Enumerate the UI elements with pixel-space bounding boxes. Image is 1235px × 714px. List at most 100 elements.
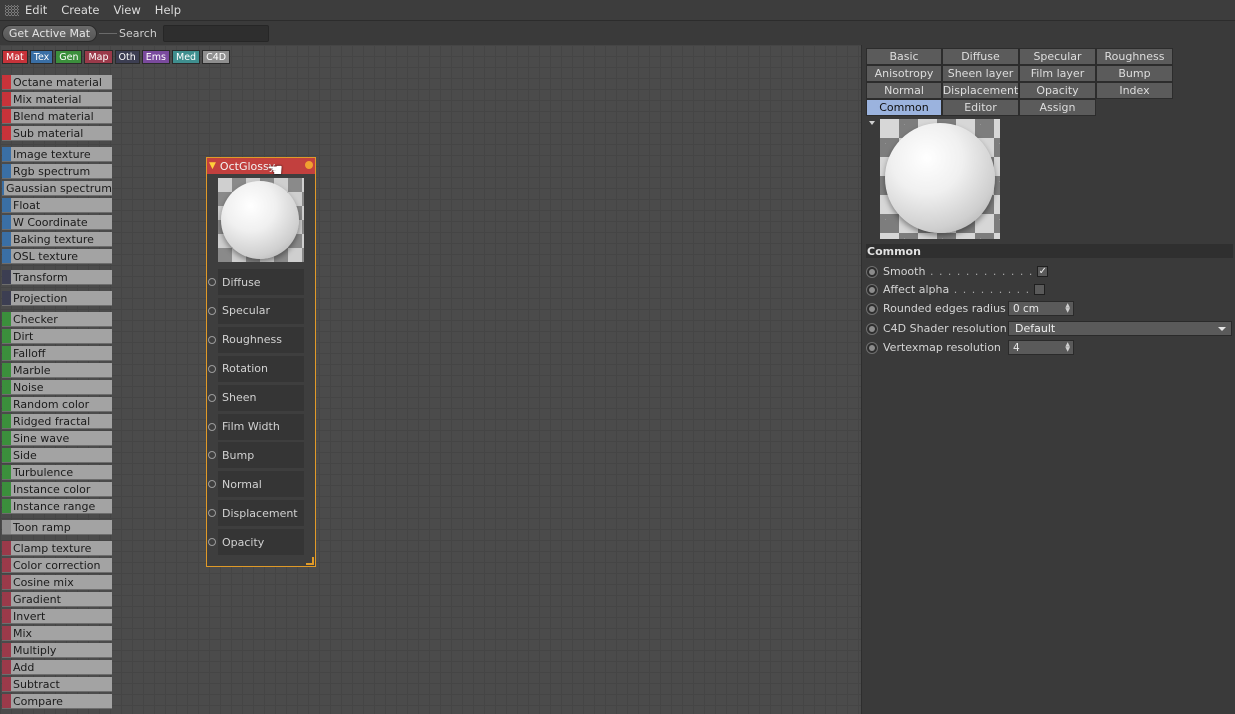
node-list-item[interactable]: Float [2, 198, 112, 213]
node-list-item[interactable]: Subtract [2, 677, 112, 692]
tab-opacity[interactable]: Opacity [1019, 82, 1096, 99]
resize-grip-icon[interactable] [306, 557, 314, 565]
node-list-item[interactable]: Image texture [2, 147, 112, 162]
c4d-shader-dropdown[interactable]: Default [1008, 321, 1232, 336]
material-preview[interactable] [880, 119, 1000, 239]
node-list-item[interactable]: Octane material [2, 75, 112, 90]
node-list-item[interactable]: Ridged fractal [2, 414, 112, 429]
node-list-item[interactable]: Side [2, 448, 112, 463]
node-list-item[interactable]: Gaussian spectrum [2, 181, 112, 196]
node-list-item[interactable]: Toon ramp [2, 520, 112, 535]
node-list-item[interactable]: Projection [2, 291, 112, 306]
node-list-item[interactable]: Checker [2, 312, 112, 327]
animation-radio-icon[interactable] [866, 322, 878, 335]
tab-editor[interactable]: Editor [942, 99, 1019, 116]
node-list-item[interactable]: Rgb spectrum [2, 164, 112, 179]
smooth-checkbox[interactable]: ✓ [1037, 266, 1049, 277]
node-list-item[interactable]: Compare [2, 694, 112, 709]
get-active-mat-button[interactable]: Get Active Mat [2, 24, 97, 42]
graph-node-port[interactable]: Specular [207, 297, 315, 325]
port-connector-icon[interactable] [208, 393, 216, 402]
category-tab-ems[interactable]: Ems [141, 50, 170, 64]
node-list-item[interactable]: Falloff [2, 346, 112, 361]
menu-help[interactable]: Help [155, 3, 181, 17]
node-list-item[interactable]: Noise [2, 380, 112, 395]
affect-alpha-checkbox[interactable] [1034, 284, 1046, 295]
tab-diffuse[interactable]: Diffuse [942, 48, 1019, 65]
graph-node-port[interactable]: Normal [207, 470, 315, 498]
category-tab-mat[interactable]: Mat [2, 50, 28, 64]
category-tab-oth[interactable]: Oth [114, 50, 140, 64]
node-list-item[interactable]: Dirt [2, 329, 112, 344]
node-list-item[interactable]: Turbulence [2, 465, 112, 480]
animation-radio-icon[interactable] [866, 302, 878, 315]
node-list-item[interactable]: Instance range [2, 499, 112, 514]
node-list-item[interactable]: Gradient [2, 592, 112, 607]
node-list-item[interactable]: Baking texture [2, 232, 112, 247]
tab-common[interactable]: Common [866, 99, 942, 116]
graph-node-port[interactable]: Displacement [207, 499, 315, 527]
vertexmap-field[interactable]: 4 ▲ ▼ [1008, 340, 1074, 355]
port-connector-icon[interactable] [208, 480, 216, 489]
tab-roughness[interactable]: Roughness [1096, 48, 1173, 65]
port-connector-icon[interactable] [208, 278, 216, 286]
search-input[interactable] [162, 24, 269, 42]
graph-node-header[interactable]: ▼ OctGlossy [207, 158, 315, 174]
menu-create[interactable]: Create [61, 3, 99, 17]
tab-sheen-layer[interactable]: Sheen layer [942, 65, 1019, 82]
node-list-item[interactable]: Cosine mix [2, 575, 112, 590]
tab-normal[interactable]: Normal [866, 82, 942, 99]
tab-basic[interactable]: Basic [866, 48, 942, 65]
category-tab-gen[interactable]: Gen [55, 50, 83, 64]
node-list-item[interactable]: Instance color [2, 482, 112, 497]
tab-displacement[interactable]: Displacement [942, 82, 1019, 99]
node-list-item[interactable]: Multiply [2, 643, 112, 658]
port-connector-icon[interactable] [208, 509, 216, 518]
node-list-item[interactable]: Mix [2, 626, 112, 641]
port-connector-icon[interactable] [208, 306, 216, 315]
graph-node-port[interactable]: Roughness [207, 326, 315, 354]
node-list-item[interactable]: Invert [2, 609, 112, 624]
port-connector-icon[interactable] [208, 451, 216, 460]
category-tab-tex[interactable]: Tex [29, 50, 54, 64]
node-list-item[interactable]: Sine wave [2, 431, 112, 446]
menu-view[interactable]: View [114, 3, 141, 17]
port-connector-icon[interactable] [208, 422, 216, 431]
node-list-item[interactable]: Transform [2, 270, 112, 285]
tab-index[interactable]: Index [1096, 82, 1173, 99]
grip-icon[interactable] [5, 4, 19, 16]
graph-node-port[interactable]: Rotation [207, 355, 315, 383]
category-tab-med[interactable]: Med [172, 50, 201, 64]
animation-radio-icon[interactable] [866, 341, 878, 354]
node-list-item[interactable]: Sub material [2, 126, 112, 141]
animation-radio-icon[interactable] [866, 283, 878, 296]
preview-menu-arrow-icon[interactable] [869, 121, 875, 125]
spinner-arrows-icon[interactable]: ▲ ▼ [1065, 342, 1070, 353]
rounded-edges-field[interactable]: 0 cm ▲ ▼ [1008, 301, 1074, 316]
tab-film-layer[interactable]: Film layer [1019, 65, 1096, 82]
port-connector-icon[interactable] [208, 364, 216, 373]
category-tab-map[interactable]: Map [84, 50, 113, 64]
port-connector-icon[interactable] [208, 538, 216, 547]
node-list-item[interactable]: Clamp texture [2, 541, 112, 556]
spinner-arrows-icon[interactable]: ▲ ▼ [1065, 303, 1070, 314]
node-list-item[interactable]: W Coordinate [2, 215, 112, 230]
tab-assign[interactable]: Assign [1019, 99, 1096, 116]
tab-specular[interactable]: Specular [1019, 48, 1096, 65]
node-output-dot-icon[interactable] [305, 161, 313, 169]
animation-radio-icon[interactable] [866, 265, 878, 278]
graph-node-port[interactable]: Sheen [207, 384, 315, 412]
node-list-item[interactable]: Color correction [2, 558, 112, 573]
node-list-item[interactable]: Random color [2, 397, 112, 412]
node-list-item[interactable]: OSL texture [2, 249, 112, 264]
menu-edit[interactable]: Edit [25, 3, 47, 17]
node-list-item[interactable]: Marble [2, 363, 112, 378]
graph-node-port[interactable]: Bump [207, 441, 315, 469]
category-tab-c4d[interactable]: C4D [202, 50, 231, 64]
graph-node-port[interactable]: Film Width [207, 413, 315, 441]
graph-node-port[interactable]: Diffuse [207, 268, 315, 296]
port-connector-icon[interactable] [208, 335, 216, 344]
node-list-item[interactable]: Add [2, 660, 112, 675]
tab-bump[interactable]: Bump [1096, 65, 1173, 82]
node-editor-canvas[interactable] [0, 45, 862, 714]
